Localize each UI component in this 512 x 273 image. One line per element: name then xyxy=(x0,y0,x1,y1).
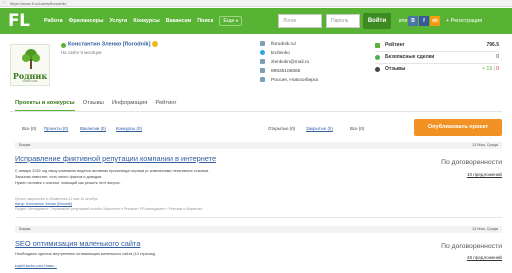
nav-item-vacancies[interactable]: Вакансии xyxy=(166,18,191,24)
mail-icon xyxy=(260,59,265,65)
project-date: 13 Мая, Среда xyxy=(472,227,498,231)
project-header: Биржа 13 Мая, Среда xyxy=(15,226,502,233)
project-link: kupleli-ksotrs-сосе-Новос... xyxy=(15,264,57,269)
contact-skype-text: knzlenko xyxy=(271,51,290,56)
contact-website-text: florodnik.ru/ xyxy=(271,42,297,47)
top-navigation: FL Работа Фрилансеры Услуги Конкурсы Вак… xyxy=(0,8,512,34)
stat-rating-label: Рейтинг xyxy=(385,42,405,48)
site-logo[interactable]: FL xyxy=(8,11,30,31)
main-menu: Работа Фрилансеры Услуги Конкурсы Ваканс… xyxy=(44,8,248,34)
contact-email-text: zlenkokn@mail.ru xyxy=(271,60,310,65)
location-icon xyxy=(260,77,265,83)
register-label: Регистрация xyxy=(450,18,483,24)
project-description-line: Нужен человек с опытом, знающий как реши… xyxy=(15,181,121,185)
tree-logo-icon xyxy=(22,49,40,69)
project-price: По договоренности xyxy=(441,243,502,250)
reviews-positive[interactable]: + 19 xyxy=(482,66,492,72)
login-button[interactable]: Войти xyxy=(363,13,391,29)
project-divider xyxy=(15,217,502,218)
stat-rating[interactable]: Рейтинг 796.5 xyxy=(375,40,499,50)
avatar[interactable]: Родник КОМПАНИЯ xyxy=(10,44,50,86)
register-link[interactable]: + Регистрация xyxy=(446,16,482,26)
project-offers[interactable]: 10 предложений xyxy=(467,172,502,177)
login-input[interactable]: Логин xyxy=(278,14,322,28)
shield-icon xyxy=(375,55,380,60)
contact-phone-text: 89835106565 xyxy=(271,69,301,74)
contact-location-text: Россия, Новосибирск xyxy=(271,78,319,83)
stat-reviews-label: Отзывы xyxy=(385,66,406,72)
contact-location: Россия, Новосибирск xyxy=(260,77,318,85)
tabs-divider xyxy=(10,111,502,112)
project-date: 13 Мая, Среда xyxy=(472,143,498,147)
facebook-login-icon[interactable]: f xyxy=(419,16,429,26)
nav-item-services[interactable]: Услуги xyxy=(109,18,127,24)
last-seen: На сайте 9 месяцев xyxy=(61,50,102,55)
filter-all[interactable]: Все (0) xyxy=(22,126,36,131)
filter-vacancies[interactable]: Вакансии (0) xyxy=(80,126,106,131)
filter-closed[interactable]: Закрытые (0) xyxy=(306,126,333,131)
stat-safe-deals[interactable]: Безопасные сделки 0 xyxy=(375,52,499,62)
project-type: Биржа xyxy=(19,227,31,231)
reviews-negative[interactable]: 0 xyxy=(496,66,499,72)
browser-address-bar[interactable]: ☆ https://www.fl.ru/users/florodnik/ xyxy=(0,0,512,7)
company-logo-subtext: КОМПАНИЯ xyxy=(22,80,38,83)
nav-item-freelancers[interactable]: Фрилансеры xyxy=(69,18,104,24)
vk-login-icon[interactable]: В xyxy=(408,16,418,26)
project-external-link[interactable]: kupleli-ksotrs-сосе-Новос... xyxy=(15,264,57,268)
project-price: По договоренности xyxy=(441,159,502,166)
nav-more-label: Еще xyxy=(223,18,235,24)
nav-item-more[interactable]: Еще ▾ xyxy=(219,16,242,26)
project-category: Раздел: Менеджмент / Управление репутаци… xyxy=(15,207,203,211)
reviews-icon xyxy=(375,67,380,72)
project-offers[interactable]: 48 предложений xyxy=(467,255,502,260)
user-name[interactable]: Константин Зленко [florodnik] xyxy=(68,41,159,48)
social-login-label: или xyxy=(398,18,408,24)
password-input[interactable]: Пароль xyxy=(326,14,360,28)
phone-icon xyxy=(260,68,265,74)
contact-email[interactable]: zlenkokn@mail.ru xyxy=(260,59,309,67)
bookmark-star-icon[interactable]: ☆ xyxy=(2,0,6,7)
user-name-text: Константин Зленко [florodnik] xyxy=(68,41,151,48)
project-type: Биржа xyxy=(19,143,31,147)
project-author: Автор: Константин Зленко [florodnik] xyxy=(15,202,72,207)
contact-skype[interactable]: knzlenko xyxy=(260,50,290,58)
stat-reviews[interactable]: Отзывы + 19 | 0 xyxy=(375,64,499,74)
filter-all-status[interactable]: Все (0) xyxy=(350,126,364,131)
filter-contests[interactable]: Конкурсы (0) xyxy=(116,126,142,131)
project-header: Биржа 13 Мая, Среда xyxy=(15,142,502,149)
stat-rating-value: 796.5 xyxy=(486,42,499,48)
nav-item-work[interactable]: Работа xyxy=(44,18,63,24)
chevron-down-icon: ▾ xyxy=(235,18,238,23)
project-description-line: Необходимо сделать внутреннюю оптимизаци… xyxy=(15,252,157,256)
project-meta-line: Проект закрепился в объявлении 12 мая 15… xyxy=(15,197,98,201)
globe-icon xyxy=(260,41,265,47)
nav-item-contests[interactable]: Конкурсы xyxy=(133,18,159,24)
nav-item-search[interactable]: Поиск xyxy=(197,18,213,24)
contact-phone: 89835106565 xyxy=(260,68,300,76)
filter-projects[interactable]: Проекты (0) xyxy=(44,126,68,131)
publish-project-button[interactable]: Опубликовать проект xyxy=(414,119,502,136)
online-status-icon xyxy=(61,43,66,48)
skype-icon xyxy=(260,50,265,56)
stat-safe-label: Безопасные сделки xyxy=(385,54,435,60)
project-title[interactable]: SEO оптимизация маленького сайта xyxy=(15,239,140,248)
filter-open[interactable]: Открытые (0) xyxy=(268,126,295,131)
pro-badge-icon xyxy=(152,41,159,47)
rating-icon xyxy=(375,43,380,48)
contact-website[interactable]: florodnik.ru/ xyxy=(260,41,296,49)
browser-url[interactable]: https://www.fl.ru/users/florodnik/ xyxy=(10,0,66,7)
stat-reviews-values: + 19 | 0 xyxy=(482,66,499,72)
project-title[interactable]: Исправление фиктивной репутации компании… xyxy=(15,154,216,163)
project-author-link[interactable]: Автор: Константин Зленко [florodnik] xyxy=(15,202,72,206)
stat-safe-value: 0 xyxy=(496,54,499,60)
odnoklassniki-login-icon[interactable]: ok xyxy=(430,16,440,26)
